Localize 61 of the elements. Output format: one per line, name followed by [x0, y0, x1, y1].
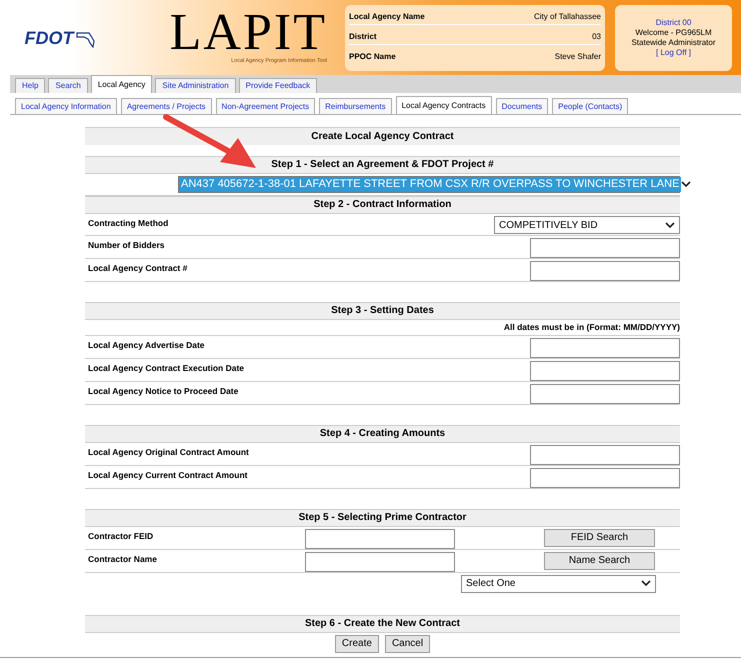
section-heading: Step 6 - Create the New Contract: [85, 614, 680, 633]
field-label: Number of Bidders: [87, 239, 165, 252]
section-heading: Step 2 - Contract Information: [85, 196, 680, 214]
main-tab[interactable]: Help: [15, 78, 46, 93]
logoff-link[interactable]: [ Log Off ]: [656, 48, 691, 58]
input-field[interactable]: [530, 468, 680, 488]
sub-tab[interactable]: Reimbursements: [319, 98, 392, 114]
method-select[interactable]: COMPETITIVELY BID: [494, 216, 680, 234]
field-label: Contractor FEID: [87, 530, 154, 542]
contractor-select[interactable]: Select One: [461, 574, 656, 593]
search-button[interactable]: Name Search: [544, 552, 655, 570]
chevron-down-icon: [681, 181, 692, 188]
sub-tab[interactable]: Local Agency Information: [15, 98, 117, 114]
form-button[interactable]: Create: [334, 634, 379, 653]
logo: FDOT: [24, 27, 74, 50]
field-label: Local Agency Notice to Proceed Date: [87, 384, 238, 398]
sub-tab[interactable]: Agreements / Projects: [120, 98, 212, 114]
sub-tab[interactable]: Non-Agreement Projects: [216, 98, 316, 114]
sub-tab[interactable]: Local Agency Contracts: [396, 96, 492, 114]
role-text: Statewide Administrator: [631, 38, 716, 48]
district-link[interactable]: District 00: [656, 18, 692, 28]
section-heading: Step 3 - Setting Dates: [85, 302, 680, 320]
input-field[interactable]: [530, 338, 680, 358]
section-heading: Step 4 - Creating Amounts: [85, 424, 680, 443]
main-tab[interactable]: Search: [48, 78, 88, 93]
info-label: PPOC Name: [349, 50, 396, 63]
info-label: District: [349, 30, 377, 43]
app-title: LAPIT: [170, 9, 327, 58]
input-field[interactable]: [530, 238, 680, 258]
section-heading: Step 1 - Select an Agreement & FDOT Project #: [85, 156, 680, 174]
sub-tab[interactable]: People (Contacts): [552, 98, 628, 114]
info-value: City of Tallahassee: [534, 11, 601, 24]
info-value: 03: [592, 30, 601, 43]
field-label: Local Agency Contract #: [87, 262, 188, 275]
form-button[interactable]: Cancel: [384, 634, 430, 653]
section-heading: Step 5 - Selecting Prime Contractor: [85, 508, 680, 527]
info-label: Local Agency Name: [349, 11, 425, 24]
info-value: Steve Shafer: [554, 50, 601, 63]
date-format-note: All dates must be in (Format: MM/DD/YYYY): [504, 321, 680, 334]
main-tab[interactable]: Provide Feedback: [238, 78, 318, 93]
sub-tab[interactable]: Documents: [496, 98, 548, 114]
chevron-down-icon: [665, 222, 675, 228]
input-field[interactable]: [530, 444, 680, 465]
input-field[interactable]: [530, 384, 680, 404]
field-label: Contractor Name: [87, 552, 158, 566]
field-label: Local Agency Advertise Date: [87, 338, 205, 352]
field-label: Local Agency Current Contract Amount: [87, 468, 248, 482]
input-field[interactable]: [305, 528, 455, 549]
field-label: Local Agency Contract Execution Date: [87, 362, 244, 374]
field-label: Contracting Method: [87, 217, 168, 230]
main-tab[interactable]: Local Agency: [90, 75, 152, 93]
welcome-text: Welcome - PG965LM: [635, 28, 712, 38]
input-field[interactable]: [530, 360, 680, 381]
main-tab[interactable]: Site Administration: [155, 78, 236, 93]
input-field[interactable]: [530, 261, 680, 281]
input-field[interactable]: [305, 552, 455, 572]
state-outline-icon: [76, 30, 96, 48]
chevron-down-icon: [641, 580, 651, 588]
form-title: Create Local Agency Contract: [85, 127, 680, 145]
search-button[interactable]: FEID Search: [544, 528, 655, 547]
field-label: Local Agency Original Contract Amount: [87, 446, 249, 458]
